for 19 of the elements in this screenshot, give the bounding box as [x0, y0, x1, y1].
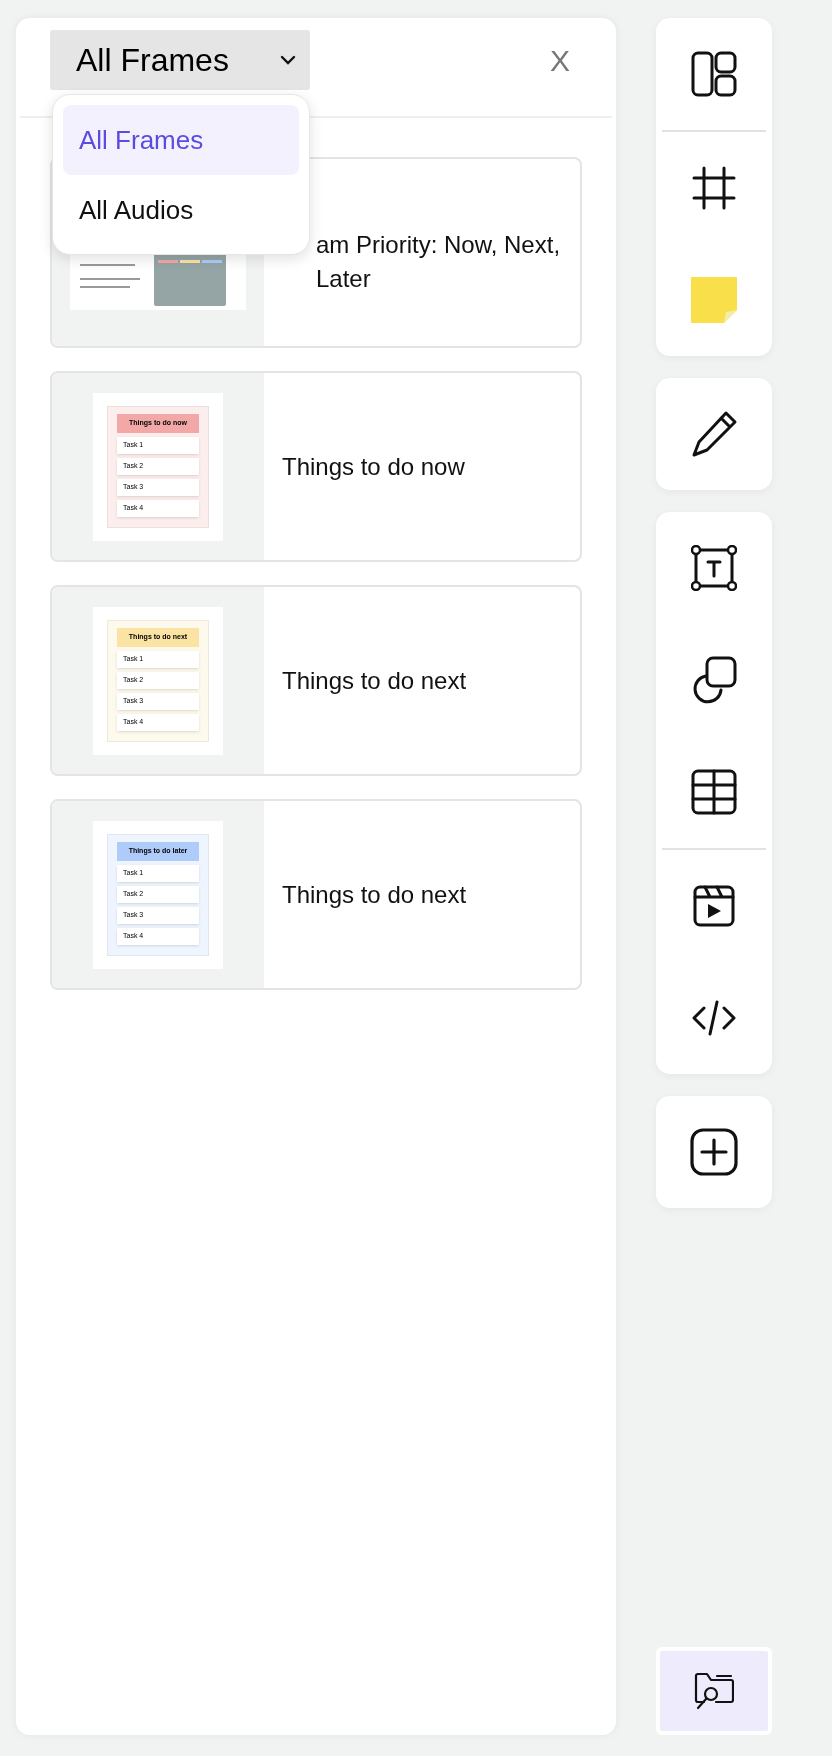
close-button[interactable]: X	[550, 37, 570, 83]
frame-title: Things to do next	[282, 665, 467, 696]
layout-icon	[691, 51, 737, 97]
frame-title: Things to do now	[282, 451, 465, 482]
text-box-icon	[691, 545, 737, 591]
code-icon	[691, 1000, 737, 1036]
frame-title: Things to do next	[282, 879, 467, 910]
asset-search-button[interactable]	[656, 1647, 772, 1735]
dropdown-option[interactable]: All Frames	[63, 105, 299, 175]
folder-search-icon	[694, 1672, 734, 1710]
sticky-note-icon	[691, 277, 737, 323]
add-icon	[690, 1128, 738, 1176]
filter-dropdown[interactable]: All Frames	[50, 30, 310, 90]
pencil-icon	[690, 410, 738, 458]
frame-title: am Priority: Now, Next, Later	[316, 229, 562, 294]
frame-icon	[692, 166, 736, 210]
dropdown-option[interactable]: All Audios	[63, 175, 299, 245]
table-icon	[691, 769, 737, 815]
video-icon	[693, 885, 735, 927]
